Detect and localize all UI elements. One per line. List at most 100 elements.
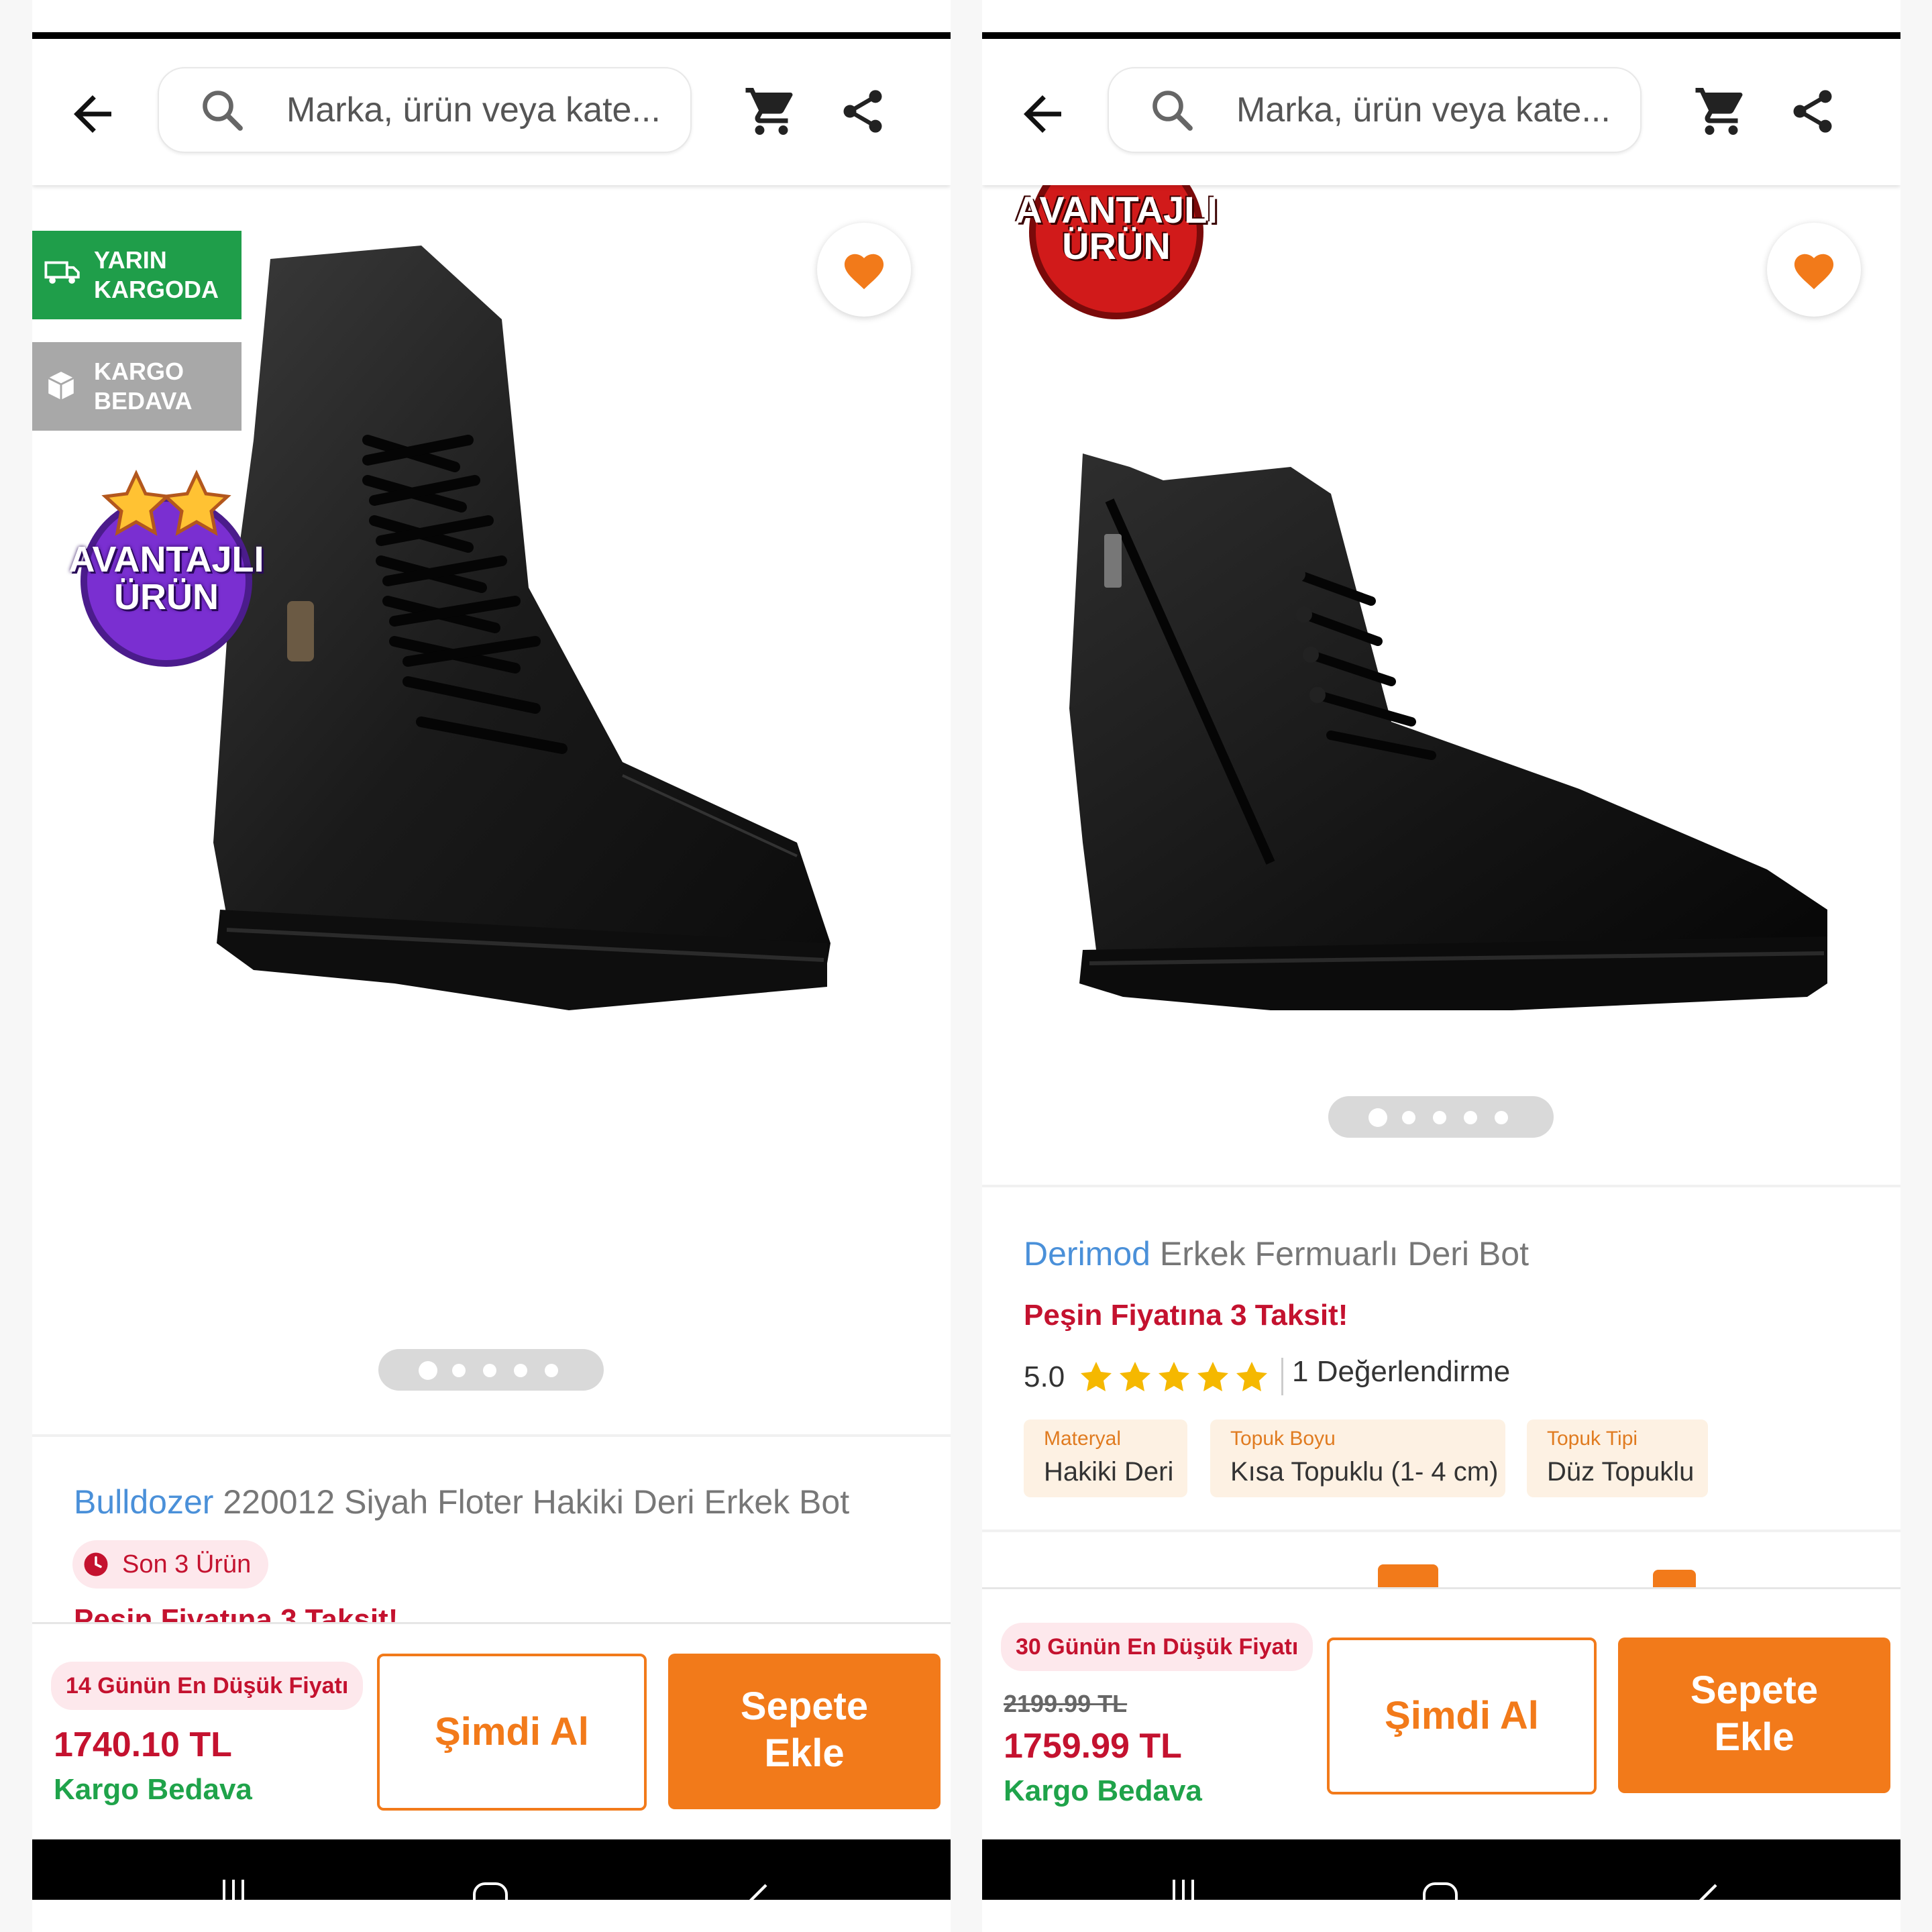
status-bar-line: [32, 32, 951, 39]
rating-row[interactable]: 5.0 1 Değerlendirme: [1024, 1355, 1627, 1395]
price: 1759.99 TL: [1004, 1727, 1182, 1766]
buy-now-button[interactable]: Şimdi Al: [377, 1654, 647, 1811]
top-header: Marka, ürün veya kate...: [32, 39, 951, 185]
box-icon: [48, 372, 74, 400]
pagination-dot[interactable]: [1433, 1111, 1446, 1124]
product-image[interactable]: [153, 239, 857, 1111]
brand-link[interactable]: Bulldozer: [74, 1483, 213, 1521]
add-to-cart-label-line2: Ekle: [764, 1731, 845, 1775]
bottom-buy-bar: 14 Günün En Düşük Fiyatı 1740.10 TL Karg…: [32, 1622, 951, 1845]
add-to-cart-button[interactable]: Sepete Ekle: [1618, 1638, 1890, 1793]
right-screen: Marka, ürün veya kate... AVANTAJLI ÜRÜN: [982, 0, 1900, 1932]
yarin-kargoda-badge: YARIN KARGODA: [32, 231, 241, 319]
kargo-bedava-badge: KARGO BEDAVA: [32, 342, 241, 431]
product-title: Derimod Erkek Fermuarlı Deri Bot: [1024, 1234, 1529, 1273]
old-price: 2199.99 TL: [1004, 1690, 1128, 1717]
share-icon[interactable]: [837, 83, 888, 140]
search-icon: [203, 91, 243, 131]
badge-title-line2: ÜRÜN: [114, 577, 219, 617]
rating-value: 5.0: [1024, 1360, 1065, 1393]
status-bar-line: [982, 32, 1900, 39]
buy-now-label: Şimdi Al: [1385, 1694, 1539, 1737]
stock-pill: Son 3 Ürün: [72, 1540, 269, 1589]
bottom-buy-bar: 30 Günün En Düşük Fiyatı 2199.99 TL 1759…: [982, 1587, 1900, 1844]
attribute-chip[interactable]: Topuk Boyu Kısa Topuklu (1- 4 cm): [1210, 1419, 1505, 1497]
share-icon[interactable]: [1787, 83, 1838, 140]
heart-icon: [844, 254, 884, 290]
android-nav-bar: [982, 1839, 1900, 1907]
add-to-cart-label-line2: Ekle: [1714, 1715, 1794, 1759]
home-icon[interactable]: [1417, 1880, 1464, 1907]
gallery-pagination[interactable]: [1328, 1096, 1554, 1138]
recent-apps-icon[interactable]: [213, 1880, 254, 1907]
badge-title-line1: AVANTAJLI: [1015, 189, 1218, 231]
product-title: Bulldozer 220012 Siyah Floter Hakiki Der…: [74, 1483, 849, 1521]
shipping-text: Kargo Bedava: [1004, 1774, 1202, 1807]
price: 1740.10 TL: [54, 1725, 232, 1764]
home-icon[interactable]: [467, 1880, 514, 1907]
badge-text-line2: BEDAVA: [94, 387, 193, 415]
pagination-dot[interactable]: [452, 1364, 466, 1377]
attribute-chip[interactable]: Topuk Tipi Düz Topuklu: [1527, 1419, 1708, 1497]
heart-icon: [1794, 254, 1834, 290]
attribute-label: Topuk Tipi: [1547, 1428, 1638, 1450]
search-placeholder: Marka, ürün veya kate...: [286, 91, 661, 129]
divider: [32, 1434, 951, 1437]
product-image[interactable]: [1042, 440, 1847, 1030]
product-gallery[interactable]: YARIN KARGODA KARGO BEDAVA AVANTAJLI ÜRÜN: [32, 185, 951, 1433]
attribute-value: Hakiki Deri: [1044, 1457, 1174, 1487]
back-nav-icon[interactable]: [737, 1880, 777, 1907]
back-nav-icon[interactable]: [1686, 1880, 1727, 1907]
truck-icon: [44, 261, 80, 284]
seller-row-clipped: [982, 1563, 1900, 1587]
pagination-dot[interactable]: [545, 1364, 558, 1377]
pagination-dot[interactable]: [419, 1361, 437, 1380]
installment-text: Peşin Fiyatına 3 Taksit!: [74, 1603, 398, 1623]
pagination-dot[interactable]: [1464, 1111, 1477, 1124]
avantajli-urun-badge: AVANTAJLI ÜRÜN: [59, 453, 274, 668]
search-input[interactable]: Marka, ürün veya kate...: [158, 67, 692, 153]
review-count-link[interactable]: 1 Değerlendirme: [1292, 1355, 1510, 1389]
attribute-value: Düz Topuklu: [1547, 1457, 1695, 1487]
pagination-dot[interactable]: [483, 1364, 496, 1377]
buy-now-button[interactable]: Şimdi Al: [1327, 1638, 1597, 1794]
product-name: 220012 Siyah Floter Hakiki Deri Erkek Bo…: [223, 1483, 850, 1521]
recent-apps-icon[interactable]: [1163, 1880, 1203, 1907]
lowest-price-badge: 30 Günün En Düşük Fiyatı: [1001, 1623, 1313, 1671]
rating-divider: [1281, 1358, 1283, 1395]
left-screen: Marka, ürün veya kate... YARIN KARGODA K…: [32, 0, 951, 1932]
installment-text: Peşin Fiyatına 3 Taksit!: [1024, 1299, 1348, 1332]
attribute-value: Kısa Topuklu (1- 4 cm): [1230, 1457, 1499, 1487]
pagination-dot[interactable]: [1495, 1111, 1508, 1124]
divider: [982, 1185, 1900, 1187]
back-arrow-icon[interactable]: [64, 86, 121, 142]
search-input[interactable]: Marka, ürün veya kate...: [1108, 67, 1642, 153]
lowest-price-badge: 14 Günün En Düşük Fiyatı: [51, 1662, 364, 1710]
attribute-chip[interactable]: Materyal Hakiki Deri: [1024, 1419, 1187, 1497]
pagination-dot[interactable]: [1402, 1111, 1415, 1124]
add-to-cart-label-line1: Sepete: [740, 1684, 869, 1728]
favorite-button[interactable]: [817, 223, 911, 317]
favorite-button[interactable]: [1767, 223, 1861, 317]
search-icon: [1152, 91, 1193, 131]
add-to-cart-button[interactable]: Sepete Ekle: [668, 1654, 941, 1809]
buy-now-label: Şimdi Al: [435, 1710, 589, 1754]
badge-title-line2: ÜRÜN: [1062, 225, 1171, 267]
gallery-pagination[interactable]: [378, 1349, 604, 1391]
seller-score-badge: [1378, 1564, 1438, 1587]
product-gallery[interactable]: AVANTAJLI ÜRÜN: [982, 158, 1900, 1185]
badge-title-line1: AVANTAJLI: [68, 539, 264, 580]
attribute-label: Topuk Boyu: [1230, 1428, 1336, 1450]
search-placeholder: Marka, ürün veya kate...: [1236, 91, 1611, 129]
stock-text: Son 3 Ürün: [122, 1550, 252, 1578]
rating-stars-icon: [1081, 1362, 1267, 1391]
cart-icon[interactable]: [743, 83, 800, 140]
cart-icon[interactable]: [1693, 83, 1750, 140]
brand-link[interactable]: Derimod: [1024, 1235, 1150, 1273]
back-arrow-icon[interactable]: [1014, 86, 1071, 142]
clock-icon: [84, 1552, 108, 1576]
shipping-text: Kargo Bedava: [54, 1773, 252, 1806]
pagination-dot[interactable]: [514, 1364, 527, 1377]
pagination-dot[interactable]: [1368, 1108, 1387, 1127]
divider: [982, 1529, 1900, 1532]
